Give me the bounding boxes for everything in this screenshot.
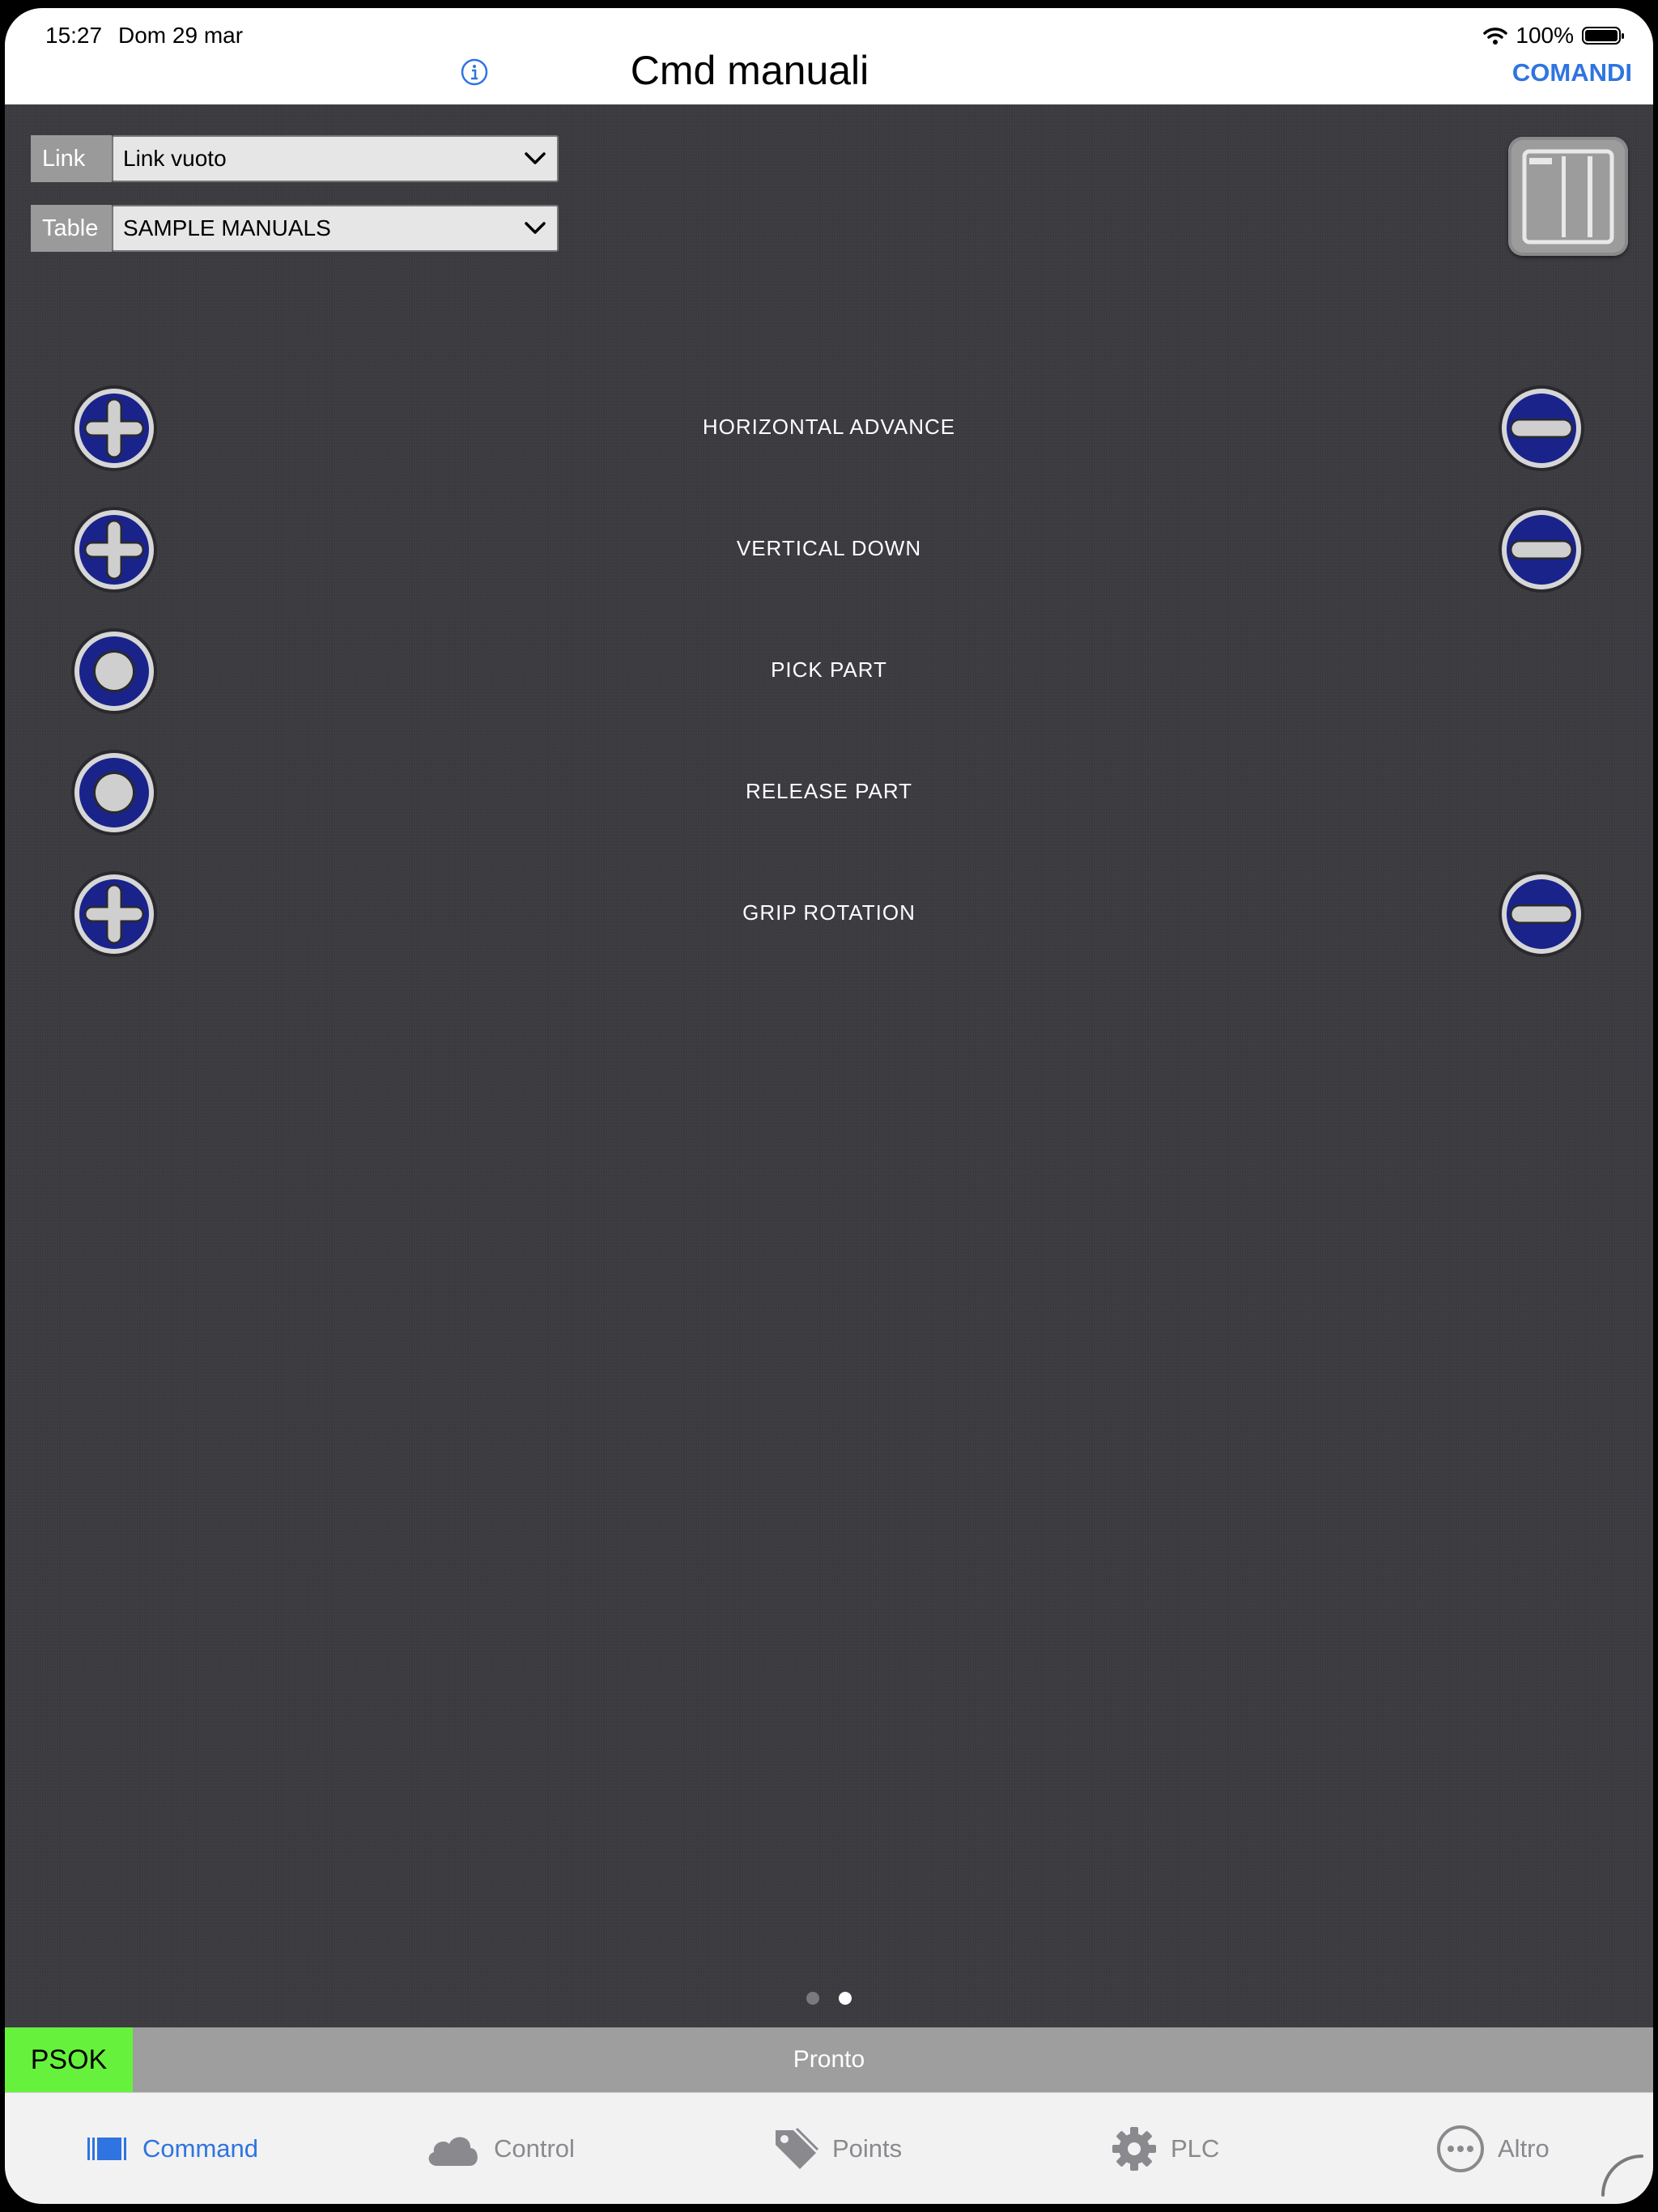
status-strip: Pronto PSOK [5,2027,1653,2092]
command-row-horizontal-advance: HORIZONTAL ADVANCE [5,384,1653,473]
table-selector[interactable]: Table SAMPLE MANUALS [31,205,559,252]
table-select[interactable]: SAMPLE MANUALS [112,205,559,252]
gear-icon [1112,2127,1156,2171]
commands-button[interactable]: COMANDI [1512,58,1632,87]
command-label: RELEASE PART [745,779,913,803]
tab-control[interactable]: Control [424,2127,575,2171]
main-content: Link Link vuoto Table SAMPLE MANUALS HOR… [5,104,1653,2027]
page-dot[interactable] [806,1992,819,2005]
table-value: SAMPLE MANUALS [123,215,331,240]
status-indicators: 100% [1483,23,1624,49]
link-label: Link [31,135,112,182]
command-row-release-part: RELEASE PART [5,748,1653,837]
navigation-bar: 15:27 Dom 29 mar 100% Cmd manuali COMAND… [5,8,1653,104]
table-label: Table [31,205,112,252]
command-label: PICK PART [771,657,887,682]
command-label: GRIP ROTATION [742,900,916,925]
link-value: Link vuoto [123,146,227,171]
status-date: Dom 29 mar [118,23,244,48]
page-dot-current[interactable] [839,1992,852,2005]
tab-bar: Command Control Points PLC Altro [5,2092,1653,2204]
more-icon [1437,2125,1484,2172]
tab-command[interactable]: Command [86,2127,258,2171]
tab-points[interactable]: Points [772,2127,902,2171]
status-message: Pronto [793,2046,865,2073]
command-label: VERTICAL DOWN [736,536,922,560]
tab-label: Command [142,2134,258,2163]
battery-icon [1582,27,1624,45]
minus-icon[interactable] [1497,870,1586,959]
tag-icon [776,2127,819,2169]
page-title: Cmd manuali [630,48,869,93]
cloud-icon [428,2137,478,2166]
command-row-grip-rotation: GRIP ROTATION [5,870,1653,959]
tab-altro[interactable]: Altro [1436,2125,1550,2172]
command-row-vertical-down: VERTICAL DOWN [5,505,1653,594]
status-code-badge: PSOK [5,2027,133,2092]
tab-plc[interactable]: PLC [1111,2127,1219,2171]
layout-toggle-button[interactable] [1508,137,1628,256]
minus-icon[interactable] [1497,505,1586,594]
split-panel-icon [1522,149,1614,245]
page-indicator[interactable] [5,1992,1653,2005]
command-row-pick-part: PICK PART [5,627,1653,716]
status-time: 15:27 [45,23,103,48]
chevron-down-icon [525,222,546,234]
tab-label: PLC [1171,2134,1220,2163]
link-selector[interactable]: Link Link vuoto [31,135,559,182]
wifi-icon [1483,28,1508,45]
minus-icon[interactable] [1497,384,1586,473]
tab-label: Altro [1498,2134,1550,2163]
battery-percent: 100% [1516,23,1574,48]
chevron-down-icon [525,152,546,164]
command-icon [87,2138,126,2160]
tab-label: Points [832,2134,903,2163]
link-select[interactable]: Link vuoto [112,135,559,182]
app-screen: 15:27 Dom 29 mar 100% Cmd manuali COMAND… [5,8,1653,2204]
command-label: HORIZONTAL ADVANCE [702,415,956,439]
resize-grip-icon [1601,2155,1643,2197]
tab-label: Control [494,2134,575,2163]
